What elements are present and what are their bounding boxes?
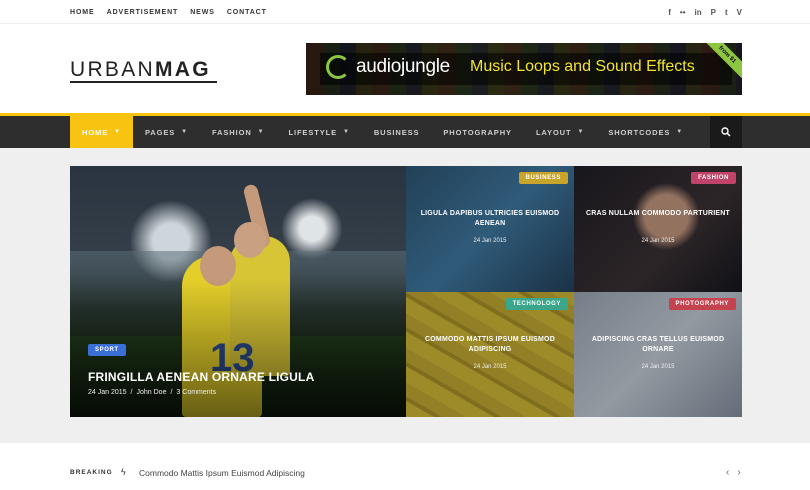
category-badge[interactable]: BUSINESS	[518, 172, 568, 184]
top-link-news[interactable]: NEWS	[190, 9, 215, 16]
post-title[interactable]: FRINGILLA AENEAN ORNARE LIGULA	[88, 370, 314, 384]
vimeo-icon[interactable]: V	[737, 8, 742, 17]
category-badge[interactable]: TECHNOLOGY	[505, 298, 568, 310]
post-date: 24 Jan 2015	[473, 364, 507, 370]
chevron-down-icon: ▼	[114, 129, 121, 135]
chevron-down-icon: ▼	[577, 129, 585, 135]
featured-main-post[interactable]: 13 SPORT FRINGILLA AENEAN ORNARE LIGULA …	[70, 166, 406, 417]
post-title[interactable]: CRAS NULLAM COMMODO PARTURIENT	[584, 209, 732, 219]
top-links: HOME ADVERTISEMENT NEWS CONTACT	[70, 0, 267, 24]
logo-light-text: URBAN	[70, 58, 156, 81]
post-date: 24 Jan 2015	[88, 389, 127, 396]
nav-item-layout[interactable]: LAYOUT ▼	[524, 116, 596, 148]
social-links: f •• in P t V	[668, 0, 742, 24]
breaking-label: BREAKING	[70, 469, 113, 476]
nav-item-label: PAGES	[144, 127, 176, 137]
lightning-icon: ϟ	[121, 467, 126, 477]
banner-tagline: Music Loops and Sound Effects	[470, 58, 695, 75]
nav-item-lifestyle[interactable]: LIFESTYLE ▼	[276, 116, 361, 148]
featured-post-technology[interactable]: TECHNOLOGY COMMODO MATTIS IPSUM EUISMOD …	[406, 292, 574, 417]
post-author[interactable]: John Doe	[137, 389, 167, 396]
chevron-left-icon[interactable]: ‹	[726, 467, 729, 478]
top-link-home[interactable]: HOME	[70, 9, 95, 16]
post-date: 24 Jan 2015	[473, 238, 507, 244]
nav-item-label: LAYOUT	[535, 127, 572, 137]
post-title[interactable]: ADIPISCING CRAS TELLUS EUISMOD ORNARE	[584, 335, 732, 355]
featured-post-fashion[interactable]: FASHION CRAS NULLAM COMMODO PARTURIENT 2…	[574, 166, 742, 292]
tile-overlay	[574, 166, 742, 292]
nav-item-photography[interactable]: PHOTOGRAPHY	[431, 116, 524, 148]
post-title[interactable]: COMMODO MATTIS IPSUM EUISMOD ADIPISCING	[416, 335, 564, 355]
category-badge[interactable]: PHOTOGRAPHY	[668, 298, 736, 310]
meta-separator: /	[170, 389, 173, 396]
site-logo[interactable]: URBANMAG	[70, 58, 211, 82]
featured-post-business[interactable]: BUSINESS LIGULA DAPIBUS ULTRICIES EUISMO…	[406, 166, 574, 292]
breaking-arrows: ‹ ›	[726, 467, 741, 478]
breaking-news-bar: BREAKING ϟ Commodo Mattis Ipsum Euismod …	[0, 443, 810, 490]
tile-overlay	[406, 166, 574, 292]
featured-section: 13 SPORT FRINGILLA AENEAN ORNARE LIGULA …	[0, 148, 810, 443]
site-header: URBANMAG audiojungle Music Loops and Sou…	[0, 25, 810, 115]
nav-item-label: LIFESTYLE	[288, 127, 338, 137]
top-link-advertisement[interactable]: ADVERTISEMENT	[107, 9, 179, 16]
chevron-down-icon: ▼	[676, 129, 684, 135]
featured-grid: 13 SPORT FRINGILLA AENEAN ORNARE LIGULA …	[70, 166, 742, 417]
chevron-down-icon: ▼	[257, 129, 265, 135]
nav-item-business[interactable]: BUSINESS	[362, 116, 432, 148]
chevron-right-icon[interactable]: ›	[737, 467, 740, 478]
breaking-headline[interactable]: Commodo Mattis Ipsum Euismod Adipiscing	[139, 468, 305, 478]
post-comments[interactable]: 3 Comments	[176, 389, 216, 396]
featured-post-photography[interactable]: PHOTOGRAPHY ADIPISCING CRAS TELLUS EUISM…	[574, 292, 742, 417]
nav-item-label: BUSINESS	[373, 127, 420, 137]
post-date: 24 Jan 2015	[641, 238, 675, 244]
main-nav: HOME ▼ PAGES ▼ FASHION ▼ LIFESTYLE ▼ BUSINESS PHO…	[0, 116, 810, 148]
nav-item-label: PHOTOGRAPHY	[443, 127, 512, 137]
nav-item-label: HOME	[82, 127, 109, 137]
post-meta: 24 Jan 2015 / John Doe / 3 Comments	[88, 389, 216, 396]
ad-banner[interactable]: audiojungle Music Loops and Sound Effect…	[306, 43, 742, 95]
nav-item-label: SHORTCODES	[608, 127, 671, 137]
nav-item-fashion[interactable]: FASHION ▼	[200, 116, 276, 148]
top-bar: HOME ADVERTISEMENT NEWS CONTACT f •• in …	[0, 0, 810, 24]
top-link-contact[interactable]: CONTACT	[227, 9, 267, 16]
post-title[interactable]: LIGULA DAPIBUS ULTRICIES EUISMOD AENEAN	[416, 209, 564, 229]
linkedin-icon[interactable]: in	[695, 8, 702, 17]
banner-brand: audiojungle	[356, 56, 450, 77]
nav-item-shortcodes[interactable]: SHORTCODES ▼	[596, 116, 695, 148]
logo-underline	[70, 81, 217, 83]
category-badge[interactable]: FASHION	[691, 172, 736, 184]
pinterest-icon[interactable]: P	[711, 8, 716, 17]
flickr-icon[interactable]: ••	[680, 8, 686, 17]
nav-item-label: FASHION	[212, 127, 252, 137]
search-icon	[721, 127, 731, 137]
meta-separator: /	[130, 389, 133, 396]
chevron-down-icon: ▼	[181, 129, 188, 135]
category-badge[interactable]: SPORT	[88, 344, 126, 356]
search-button[interactable]	[710, 116, 742, 148]
twitter-icon[interactable]: t	[725, 8, 728, 17]
main-nav-items: HOME ▼ PAGES ▼ FASHION ▼ LIFESTYLE ▼ BUSINESS PHO…	[70, 116, 695, 148]
nav-item-home[interactable]: HOME ▼	[70, 116, 133, 148]
facebook-icon[interactable]: f	[668, 8, 671, 17]
audiojungle-logo-icon	[326, 55, 350, 79]
logo-bold-text: MAG	[155, 58, 211, 81]
chevron-down-icon: ▼	[343, 129, 350, 135]
nav-item-pages[interactable]: PAGES ▼	[133, 116, 200, 148]
post-date: 24 Jan 2015	[641, 364, 675, 370]
